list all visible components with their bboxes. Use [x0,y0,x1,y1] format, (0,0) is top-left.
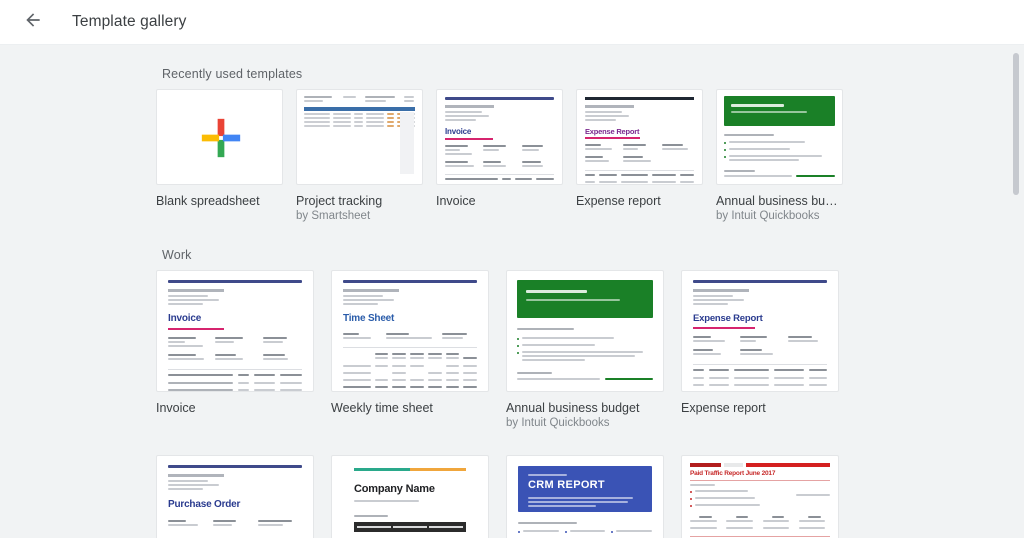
template-card-title: Expense report [576,194,661,208]
template-card-title: Project tracking [296,194,383,208]
template-card-company-name[interactable]: Company Name [331,455,489,538]
thumbnail-art-crm-report: CRM REPORT [507,456,663,538]
scrollbar-thumb[interactable] [1013,53,1019,195]
template-card-title: Expense report [681,401,766,415]
template-card-invoice[interactable]: Invoice Invoice [436,89,563,222]
template-thumbnail: Purchase Order [156,455,314,538]
thumbnail-art-annual-budget [507,271,663,391]
thumbnail-art-time-sheet: Time Sheet [332,271,488,391]
template-card-paid-traffic-report[interactable]: Paid Traffic Report June 2017 [681,455,839,538]
template-thumbnail: CRM REPORT [506,455,664,538]
template-card-project-tracking[interactable]: Project tracking by Smartsheet [296,89,423,222]
template-thumbnail: Paid Traffic Report June 2017 [681,455,839,538]
template-thumbnail [156,89,283,185]
section-title-work: Work [162,248,192,262]
template-card-title: Annual business budget [506,401,640,415]
thumbnail-art-invoice: Invoice [437,90,562,184]
template-card-title: Annual business budg… [716,194,843,208]
template-row-work-1: Invoice Invoice Time Sheet Weekly time s… [0,270,1024,429]
thumbnail-art-project-tracking [297,90,422,184]
template-thumbnail [506,270,664,392]
template-card-invoice[interactable]: Invoice Invoice [156,270,314,429]
template-thumbnail [716,89,843,185]
template-thumbnail: Invoice [156,270,314,392]
template-card-weekly-time-sheet[interactable]: Time Sheet Weekly time sheet [331,270,489,429]
template-thumbnail [296,89,423,185]
template-card-annual-business-budget[interactable]: Annual business budg… by Intuit Quickboo… [716,89,843,222]
thumbnail-art-expense-report: Expense Report [682,271,838,391]
gallery-content: Recently used templates Blank spreadshee… [0,67,1024,538]
template-card-title: Blank spreadsheet [156,194,260,208]
template-card-subtitle: by Intuit Quickbooks [716,210,820,222]
template-card-crm-report[interactable]: CRM REPORT [506,455,664,538]
template-card-annual-business-budget[interactable]: Annual business budget by Intuit Quickbo… [506,270,664,429]
thumbnail-art-annual-budget [717,90,842,184]
template-row-recently-used: Blank spreadsheet Project tracking by Sm… [0,89,1024,222]
template-thumbnail: Invoice [436,89,563,185]
template-thumbnail: Expense Report [681,270,839,392]
template-card-title: Invoice [436,194,476,208]
thumbnail-art-invoice: Invoice [157,271,313,391]
template-card-subtitle: by Intuit Quickbooks [506,417,610,429]
app-header: Template gallery [0,0,1024,45]
template-thumbnail: Company Name [331,455,489,538]
vertical-scrollbar[interactable] [1012,45,1020,538]
template-card-blank-spreadsheet[interactable]: Blank spreadsheet [156,89,283,222]
thumbnail-art-company-name: Company Name [332,456,488,538]
template-row-work-2: Purchase Order Company Name CRM REPORT P… [0,455,1024,538]
thumbnail-art-paid-traffic: Paid Traffic Report June 2017 [682,456,838,538]
template-thumbnail: Expense Report [576,89,703,185]
template-card-title: Weekly time sheet [331,401,433,415]
back-button[interactable] [16,5,50,39]
template-card-title: Invoice [156,401,196,415]
template-thumbnail: Time Sheet [331,270,489,392]
template-card-expense-report[interactable]: Expense Report Expense report [681,270,839,429]
template-card-expense-report[interactable]: Expense Report Expense report [576,89,703,222]
template-card-purchase-order[interactable]: Purchase Order [156,455,314,538]
page-title: Template gallery [72,13,187,30]
back-arrow-icon [23,10,43,35]
thumbnail-art-expense-report: Expense Report [577,90,702,184]
thumbnail-art-purchase-order: Purchase Order [157,456,313,538]
gallery-scroll-area[interactable]: Recently used templates Blank spreadshee… [0,45,1024,538]
template-card-subtitle: by Smartsheet [296,210,371,222]
section-title-recently-used: Recently used templates [162,67,303,81]
